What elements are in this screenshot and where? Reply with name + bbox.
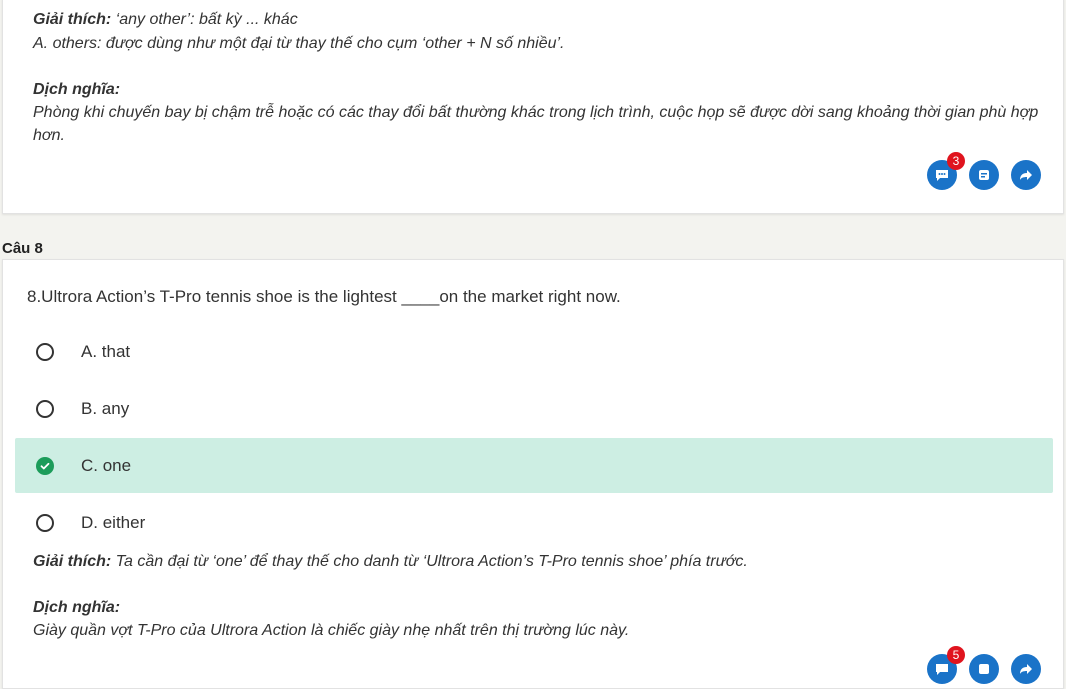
option-label: C. one (81, 455, 132, 475)
explanation-text: ‘any other’: bất kỳ ... khác (111, 11, 298, 28)
radio-unselected-icon (36, 513, 54, 532)
comments-button[interactable]: 5 (927, 646, 965, 684)
comments-button[interactable]: 3 (927, 152, 965, 190)
share-button[interactable] (1011, 160, 1041, 190)
question-text: 8.Ultrora Action’s T-Pro tennis shoe is … (27, 287, 621, 306)
explanation-label: Giải thích: (33, 553, 112, 570)
note-button[interactable] (969, 160, 999, 190)
explanation: Giải thích: Ta cần đại từ ‘one’ để thay … (33, 550, 1039, 573)
note-button[interactable] (969, 654, 999, 684)
translation-text: Giày quần vợt T-Pro của Ultrora Action l… (33, 622, 630, 639)
comment-icon (936, 170, 948, 181)
note-icon (979, 170, 989, 180)
translation-label: Dịch nghĩa: (33, 81, 121, 98)
comment-count-badge: 3 (947, 152, 965, 170)
explanation: Giải thích: ‘any other’: bất kỳ ... khác (33, 8, 1039, 31)
radio-unselected-icon (36, 399, 54, 418)
option-c[interactable]: C. one (15, 438, 1053, 493)
explanation-text: Ta cần đại từ ‘one’ để thay thế cho danh… (111, 553, 748, 570)
share-arrow-icon (1020, 664, 1032, 674)
translation-label: Dịch nghĩa: (33, 599, 121, 616)
option-label: D. either (81, 512, 146, 532)
comment-count-badge: 5 (947, 646, 965, 664)
question-number-label: Câu 8 (2, 240, 43, 257)
translation-text: Phòng khi chuyến bay bị chậm trễ hoặc có… (33, 104, 1039, 144)
option-label: B. any (81, 398, 130, 418)
check-circle-icon (36, 456, 54, 475)
option-label: A. that (81, 341, 131, 361)
option-a[interactable]: A. that (15, 324, 1053, 379)
option-note: A. others: được dùng như một đại từ thay… (33, 35, 565, 52)
option-b[interactable]: B. any (15, 381, 1053, 436)
explanation-label: Giải thích: (33, 11, 112, 28)
share-arrow-icon (1020, 170, 1032, 180)
question-card: 8.Ultrora Action’s T-Pro tennis shoe is … (2, 259, 1064, 689)
comment-icon (936, 664, 948, 675)
share-button[interactable] (1011, 654, 1041, 684)
radio-unselected-icon (36, 342, 54, 361)
previous-question-card: Giải thích: ‘any other’: bất kỳ ... khác… (2, 0, 1064, 214)
note-icon (979, 664, 989, 674)
option-d[interactable]: D. either (15, 495, 1053, 550)
